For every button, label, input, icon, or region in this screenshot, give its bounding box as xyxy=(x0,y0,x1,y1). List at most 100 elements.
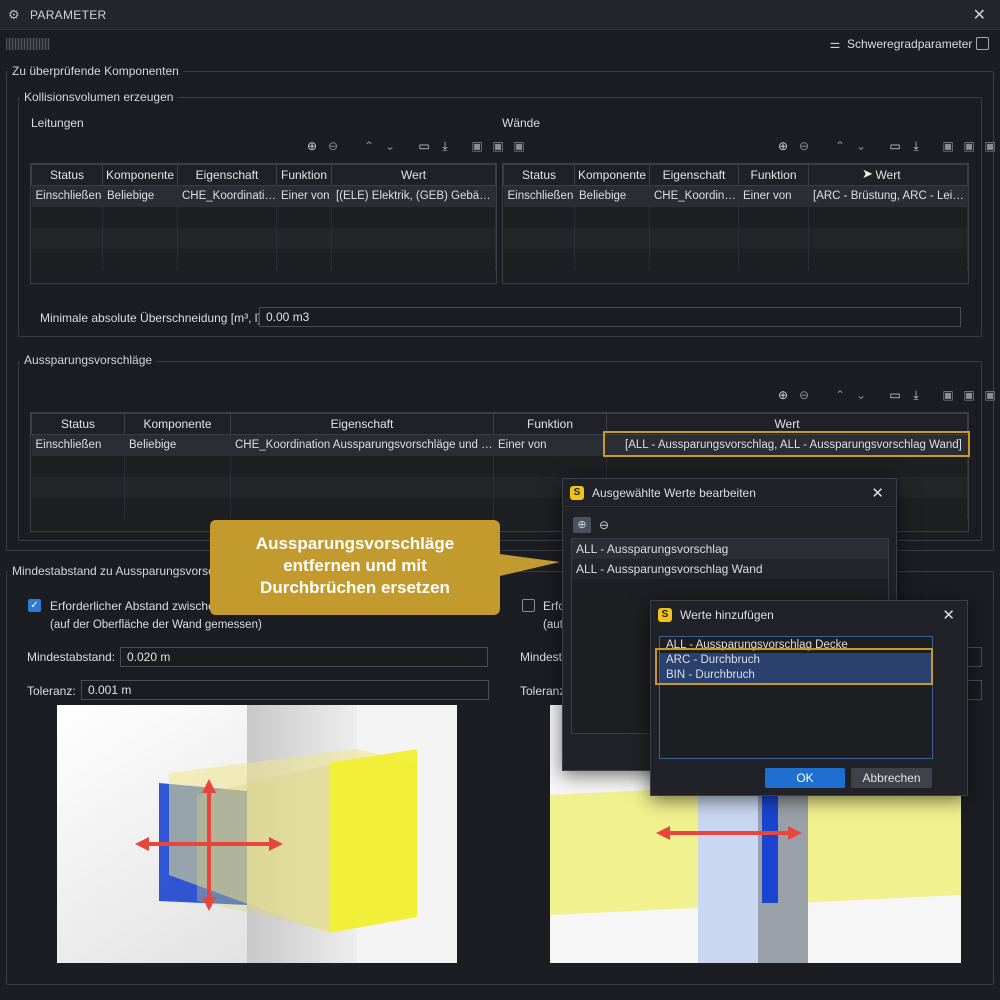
folder-icon[interactable]: ▭ xyxy=(888,388,902,402)
col-header[interactable]: Komponente xyxy=(574,164,650,186)
proposals-toolbar: ⊕ ⊖ ⌃ ⌄ ▭ ⤓ ▣ ▣ ▣ xyxy=(776,388,997,402)
bag-icon[interactable]: ▣ xyxy=(941,139,955,153)
table-cell[interactable]: CHE_Koordinati… xyxy=(649,185,739,207)
add-row-icon[interactable]: ⊕ xyxy=(305,139,319,153)
col-header[interactable]: Eigenschaft xyxy=(177,164,277,186)
overlap-label: Minimale absolute Überschneidung [m³, l] xyxy=(40,311,261,325)
value-cell-highlight xyxy=(603,431,970,457)
callout-text: Aussparungsvorschläge entfernen und mit … xyxy=(212,533,498,599)
walls-table: Status Komponente Eigenschaft Funktion W… xyxy=(502,163,969,284)
distance-legend: Mindestabstand zu Aussparungsvorschl xyxy=(8,564,228,578)
ok-button[interactable]: OK xyxy=(765,768,845,788)
bag-icon[interactable]: ▣ xyxy=(962,388,976,402)
remove-row-icon[interactable]: ⊖ xyxy=(797,388,811,402)
remove-value-icon[interactable]: ⊖ xyxy=(597,517,611,532)
list-item[interactable]: ALL - Aussparungsvorschlag Wand xyxy=(572,559,888,579)
download-icon[interactable]: ⤓ xyxy=(438,139,452,153)
table-cell[interactable]: [ARC - Brüstung, ARC - Leich… xyxy=(808,185,968,207)
folder-icon[interactable]: ▭ xyxy=(417,139,431,153)
callout-line: Aussparungsvorschläge xyxy=(255,534,455,553)
callout-line: Durchbrüchen ersetzen xyxy=(260,578,450,597)
list-item[interactable]: ALL - Aussparungsvorschlag xyxy=(572,539,888,559)
bag-icon[interactable]: ▣ xyxy=(962,139,976,153)
severity-parameters-button[interactable]: ⚌ Schweregradparameter xyxy=(828,37,973,51)
add-row-icon[interactable]: ⊕ xyxy=(776,388,790,402)
col-header[interactable]: Funktion xyxy=(493,413,607,435)
gear-icon: ⚙ xyxy=(8,6,20,22)
min-distance-input[interactable]: 0.020 m xyxy=(120,647,488,667)
table-cell[interactable]: CHE_Koordination Aussparungsvorschläge u… xyxy=(230,434,494,456)
download-icon[interactable]: ⤓ xyxy=(909,388,923,402)
collision-legend: Kollisionsvolumen erzeugen xyxy=(20,90,178,104)
panel-toggle-icon[interactable] xyxy=(976,37,989,50)
title-bar: ⚙ PARAMETER ✕ xyxy=(0,0,1000,30)
grip-handle[interactable] xyxy=(6,38,50,50)
col-header[interactable]: Komponente xyxy=(124,413,231,435)
bag-icon[interactable]: ▣ xyxy=(470,139,484,153)
col-header[interactable]: Funktion xyxy=(738,164,809,186)
remove-row-icon[interactable]: ⊖ xyxy=(326,139,340,153)
table-cell[interactable]: Einer von xyxy=(276,185,332,207)
tolerance-input[interactable]: 0.001 m xyxy=(81,680,489,700)
tolerance-label: Toleranz: xyxy=(27,684,76,698)
folder-icon[interactable]: ▭ xyxy=(888,139,902,153)
new-values-highlight xyxy=(655,648,933,685)
col-header[interactable]: Wert xyxy=(808,164,968,186)
bag-icon[interactable]: ▣ xyxy=(983,139,997,153)
table-cell[interactable]: Einschließen xyxy=(31,185,103,207)
col-header[interactable]: Wert xyxy=(331,164,496,186)
severity-label: Schweregradparameter xyxy=(847,37,973,51)
table-cell[interactable]: Einschließen xyxy=(503,185,575,207)
right-check-sub: (aut xyxy=(543,619,563,631)
move-down-icon[interactable]: ⌄ xyxy=(854,139,868,153)
col-header[interactable]: Eigenschaft xyxy=(649,164,739,186)
col-header[interactable]: Status xyxy=(503,164,575,186)
move-up-icon[interactable]: ⌃ xyxy=(362,139,376,153)
walls-title: Wände xyxy=(502,116,541,130)
col-header[interactable]: Funktion xyxy=(276,164,332,186)
move-down-icon[interactable]: ⌄ xyxy=(383,139,397,153)
edit-dialog-title: Ausgewählte Werte bearbeiten xyxy=(592,485,756,500)
add-dialog-title: Werte hinzufügen xyxy=(680,608,774,622)
table-cell[interactable]: CHE_Koordination… xyxy=(177,185,277,207)
close-icon[interactable]: ✕ xyxy=(871,484,884,502)
move-up-icon[interactable]: ⌃ xyxy=(833,139,847,153)
table-cell[interactable]: Einer von xyxy=(493,434,607,456)
table-row[interactable]: Einschließen Beliebige CHE_Koordinati… E… xyxy=(503,185,968,207)
table-cell[interactable]: Beliebige xyxy=(102,185,178,207)
table-row[interactable]: Einschließen Beliebige CHE_Koordination…… xyxy=(31,185,496,207)
move-down-icon[interactable]: ⌄ xyxy=(854,388,868,402)
close-icon[interactable]: ✕ xyxy=(973,5,986,25)
app-logo-icon: S xyxy=(570,485,584,500)
right-tol-label: Toleranz xyxy=(520,684,566,698)
col-header[interactable]: Komponente xyxy=(102,164,178,186)
table-cell[interactable]: Beliebige xyxy=(574,185,650,207)
table-cell[interactable]: Beliebige xyxy=(124,434,231,456)
add-value-icon[interactable]: ⊕ xyxy=(573,517,591,533)
walls-toolbar: ⊕ ⊖ ⌃ ⌄ ▭ ⤓ ▣ ▣ ▣ xyxy=(776,139,997,153)
close-icon[interactable]: ✕ xyxy=(942,606,955,624)
sliders-icon: ⚌ xyxy=(829,37,841,51)
bag-icon[interactable]: ▣ xyxy=(491,139,505,153)
callout-line: entfernen und mit xyxy=(283,556,427,575)
table-cell[interactable]: [(ELE) Elektrik, (GEB) Gebäude… xyxy=(331,185,496,207)
col-header[interactable]: Status xyxy=(31,164,103,186)
proposals-legend: Aussparungsvorschläge xyxy=(20,353,157,367)
col-header[interactable]: Status xyxy=(31,413,125,435)
col-header[interactable]: Eigenschaft xyxy=(230,413,494,435)
overlap-input[interactable]: 0.00 m3 xyxy=(259,307,961,327)
bag-icon[interactable]: ▣ xyxy=(983,388,997,402)
add-row-icon[interactable]: ⊕ xyxy=(776,139,790,153)
required-distance-checkbox[interactable]: ✓ xyxy=(28,599,41,612)
move-up-icon[interactable]: ⌃ xyxy=(833,388,847,402)
bag-icon[interactable]: ▣ xyxy=(512,139,526,153)
table-cell[interactable]: Einschließen xyxy=(31,434,125,456)
remove-row-icon[interactable]: ⊖ xyxy=(797,139,811,153)
app-logo-icon: S xyxy=(658,608,672,622)
cancel-button[interactable]: Abbrechen xyxy=(851,768,932,788)
table-cell[interactable]: Einer von xyxy=(738,185,809,207)
download-icon[interactable]: ⤓ xyxy=(909,139,923,153)
bag-icon[interactable]: ▣ xyxy=(941,388,955,402)
pipes-toolbar: ⊕ ⊖ ⌃ ⌄ ▭ ⤓ ▣ ▣ ▣ xyxy=(305,139,526,153)
add-values-dialog: S Werte hinzufügen ✕ ALL - Aussparungsvo… xyxy=(650,600,968,796)
